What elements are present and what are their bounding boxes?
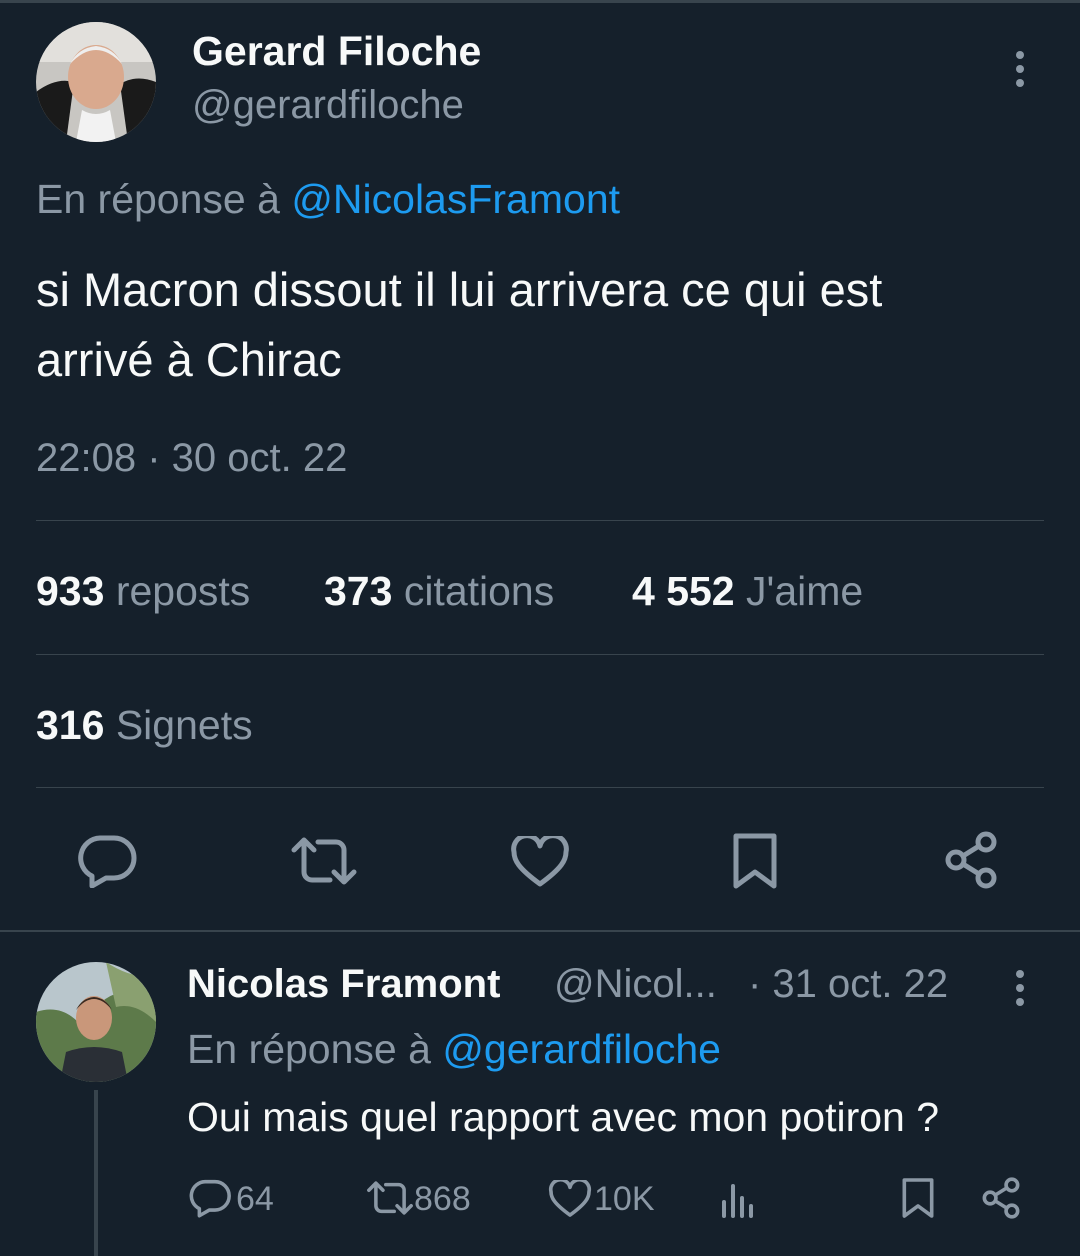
reply-icon[interactable] xyxy=(76,834,138,888)
more-options-icon[interactable] xyxy=(1014,51,1026,93)
tweet-separator xyxy=(0,930,1080,932)
like-icon[interactable] xyxy=(510,836,570,888)
reply-to-link[interactable]: @gerardfiloche xyxy=(442,1026,721,1072)
reposts-label: reposts xyxy=(115,568,251,614)
quotes-stat[interactable]: 373 citations xyxy=(324,568,554,615)
reply-prefix: En réponse à xyxy=(187,1026,431,1072)
reply-context: En réponse à @NicolasFramont xyxy=(36,176,620,223)
author-name[interactable]: Gerard Filoche xyxy=(192,28,481,75)
repost-count-icon[interactable] xyxy=(366,1180,414,1216)
divider xyxy=(36,787,1044,788)
reply-count[interactable]: 64 xyxy=(236,1180,274,1219)
quotes-label: citations xyxy=(403,568,555,614)
divider xyxy=(36,520,1044,521)
share-icon[interactable] xyxy=(942,830,1000,890)
like-count-icon[interactable] xyxy=(548,1180,592,1218)
reply-avatar[interactable] xyxy=(36,962,156,1082)
reply-more-options-icon[interactable] xyxy=(1014,970,1026,1012)
reply-count-icon[interactable] xyxy=(188,1178,232,1218)
thread-line xyxy=(94,1090,98,1256)
reply-text: Oui mais quel rapport avec mon potiron ? xyxy=(187,1094,940,1140)
reply-author-handle[interactable]: @Nicol... xyxy=(554,962,717,1007)
bookmarks-stat[interactable]: 316 Signets xyxy=(36,702,253,749)
tweet-text-line1: si Macron dissout il lui arrivera ce qui… xyxy=(36,263,883,316)
reply-author-name[interactable]: Nicolas Framont xyxy=(187,962,500,1007)
likes-label: J'aime xyxy=(746,568,864,614)
divider xyxy=(36,654,1044,655)
bookmarks-label: Signets xyxy=(115,702,253,748)
reply-date[interactable]: · 31 oct. 22 xyxy=(748,962,948,1007)
reply-context: En réponse à @gerardfiloche xyxy=(187,1026,721,1073)
reply-prefix: En réponse à xyxy=(36,176,280,222)
reposts-count: 933 xyxy=(36,568,105,614)
like-count[interactable]: 10K xyxy=(594,1180,655,1219)
repost-icon[interactable] xyxy=(290,836,358,886)
timestamp[interactable]: 22:08 · 30 oct. 22 xyxy=(36,436,347,481)
bookmarks-count: 316 xyxy=(36,702,105,748)
tweet-text-line2: arrivé à Chirac xyxy=(36,333,342,386)
repost-count[interactable]: 868 xyxy=(414,1180,471,1219)
reply-share-icon[interactable] xyxy=(980,1176,1022,1220)
views-icon[interactable] xyxy=(720,1180,756,1218)
reply-bookmark-icon[interactable] xyxy=(900,1176,936,1220)
top-divider xyxy=(0,0,1080,3)
likes-count: 4 552 xyxy=(632,568,735,614)
likes-stat[interactable]: 4 552 J'aime xyxy=(632,568,863,615)
bookmark-icon[interactable] xyxy=(730,832,780,890)
avatar[interactable] xyxy=(36,22,156,142)
quotes-count: 373 xyxy=(324,568,393,614)
reply-to-link[interactable]: @NicolasFramont xyxy=(291,176,620,222)
author-handle[interactable]: @gerardfiloche xyxy=(192,83,464,128)
reposts-stat[interactable]: 933 reposts xyxy=(36,568,250,615)
